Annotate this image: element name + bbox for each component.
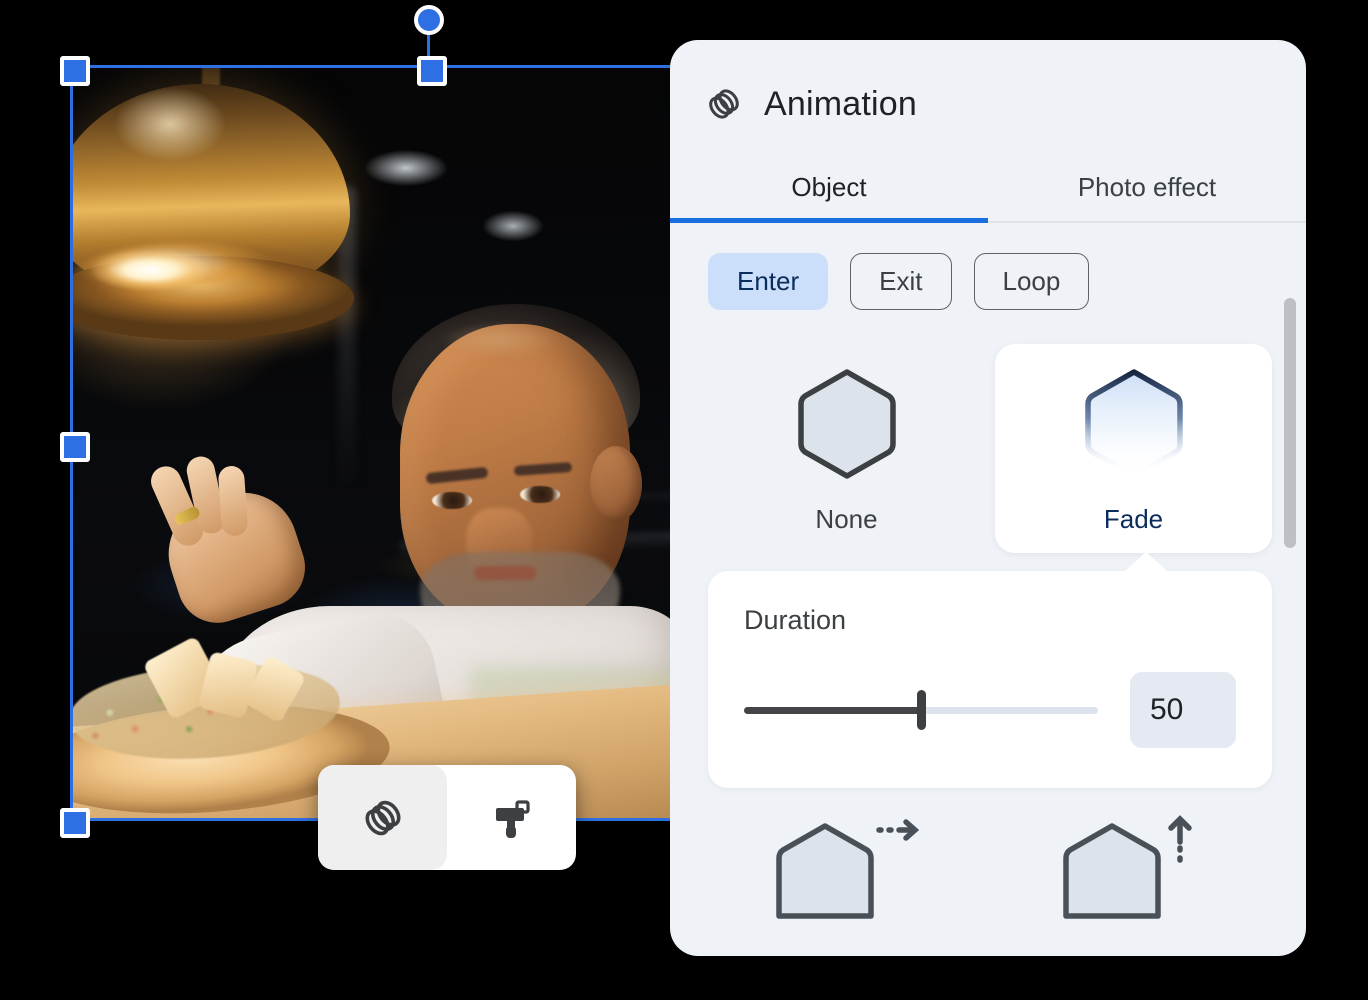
rotate-handle[interactable] <box>414 5 444 35</box>
animation-rings-icon <box>364 800 401 835</box>
slider-fill <box>744 706 921 714</box>
slider-thumb[interactable] <box>917 690 926 730</box>
chef-eye-left <box>432 492 472 509</box>
animation-option-slide-right[interactable] <box>708 806 985 922</box>
resize-handle-top-center[interactable] <box>417 56 447 86</box>
toolbar-animation-button[interactable] <box>318 765 447 870</box>
panel-body: Enter Exit Loop None Fade Duration 50 <box>670 223 1306 919</box>
panel-header: Animation <box>670 40 1306 126</box>
animation-options-grid: None Fade <box>708 344 1272 553</box>
floating-object-toolbar <box>318 765 576 870</box>
panel-scrollbar-thumb[interactable] <box>1284 298 1296 548</box>
animation-option-rise-up[interactable] <box>995 806 1272 922</box>
chef-ear <box>590 446 642 522</box>
duration-slider[interactable] <box>744 690 1098 730</box>
animation-option-fade[interactable]: Fade <box>995 344 1272 553</box>
animation-options-row-2 <box>708 806 1272 922</box>
paint-roller-icon <box>495 799 530 838</box>
duration-label: Duration <box>744 605 847 635</box>
hexagon-plain-icon <box>797 369 896 479</box>
chip-enter[interactable]: Enter <box>708 253 829 310</box>
chef-finger-3 <box>217 465 249 537</box>
chef-lips <box>474 566 536 580</box>
panel-title: Animation <box>764 84 917 123</box>
animation-option-label: None <box>815 504 878 534</box>
tab-photo-effect[interactable]: Photo effect <box>988 160 1306 221</box>
duration-card: Duration 50 <box>708 552 1272 788</box>
chip-exit[interactable]: Exit <box>850 253 952 310</box>
toolbar-style-button[interactable] <box>447 765 576 870</box>
chef-eye-right <box>520 486 560 503</box>
lamp-bulb <box>80 244 270 306</box>
panel-tabs: Object Photo effect <box>670 160 1306 223</box>
hexagon-rise-up-icon <box>1062 815 1192 919</box>
canvas-image-object[interactable] <box>70 66 670 820</box>
resize-handle-middle-left[interactable] <box>60 432 90 462</box>
editor-canvas-stage: Animation Object Photo effect Enter Exit… <box>0 0 1368 1000</box>
animation-option-none[interactable]: None <box>708 344 985 553</box>
resize-handle-bottom-left[interactable] <box>60 808 90 838</box>
chip-loop[interactable]: Loop <box>973 253 1090 310</box>
animation-panel: Animation Object Photo effect Enter Exit… <box>670 40 1306 956</box>
chef-hair-highlight <box>430 318 580 364</box>
resize-handle-top-left[interactable] <box>60 56 90 86</box>
chef-photo <box>70 66 670 820</box>
duration-value-input[interactable]: 50 <box>1130 672 1236 748</box>
hexagon-fade-icon <box>1084 369 1183 479</box>
animation-rings-icon <box>709 89 739 119</box>
animation-type-chips: Enter Exit Loop <box>708 253 1272 310</box>
tab-object[interactable]: Object <box>670 160 988 223</box>
hexagon-slide-right-icon <box>775 819 919 919</box>
duration-slider-row: 50 <box>744 672 1236 748</box>
panel-scrollbar[interactable] <box>1284 258 1296 938</box>
animation-option-label: Fade <box>1103 504 1164 534</box>
